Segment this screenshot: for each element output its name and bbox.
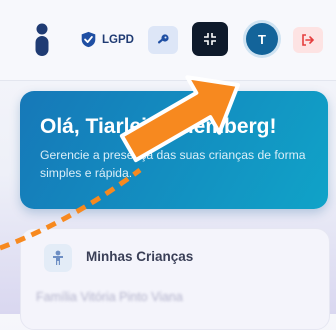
child-icon	[44, 244, 72, 272]
shrink-icon	[204, 33, 216, 45]
shield-check-icon	[81, 31, 96, 48]
children-title: Minhas Crianças	[86, 249, 194, 264]
lgpd-badge[interactable]: LGPD	[80, 31, 134, 48]
key-button[interactable]	[148, 26, 178, 54]
key-icon	[157, 34, 169, 44]
user-avatar[interactable]: T	[246, 23, 278, 55]
welcome-subtitle: Gerencie a presença das suas crianças de…	[40, 148, 306, 180]
logout-icon	[302, 34, 315, 46]
logout-button[interactable]	[293, 27, 323, 53]
welcome-title: Olá, Tiarlei Nodemberg!	[40, 115, 277, 138]
family-name[interactable]: Família Vitória Pinto Viana	[36, 290, 183, 304]
welcome-card: Olá, Tiarlei Nodemberg! Gerencie a prese…	[20, 91, 328, 209]
top-bar: LGPD T	[0, 0, 336, 81]
lgpd-label: LGPD	[102, 33, 134, 46]
info-icon[interactable]	[30, 23, 54, 57]
shrink-screen-button[interactable]	[192, 22, 228, 56]
